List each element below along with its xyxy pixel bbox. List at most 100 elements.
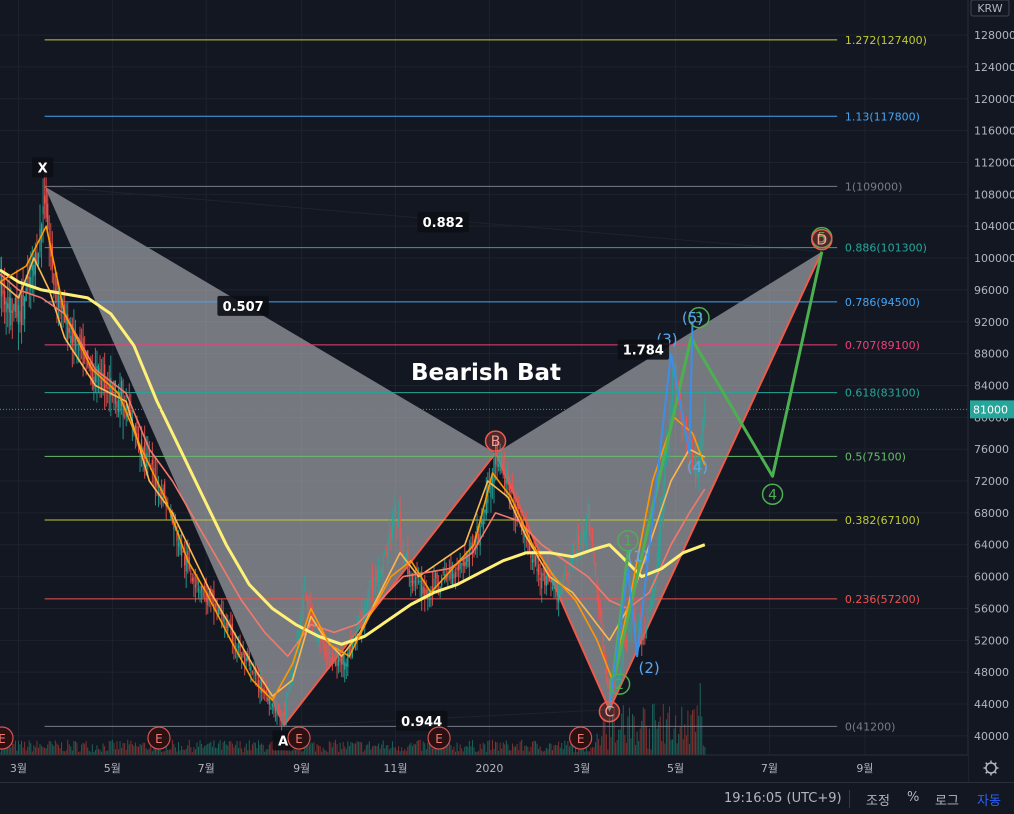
volume-bar: [64, 751, 66, 755]
volume-bar: [655, 720, 657, 755]
volume-bar: [510, 750, 512, 755]
candle-body: [202, 590, 204, 598]
volume-bar: [682, 739, 684, 755]
candle-body: [662, 495, 664, 523]
volume-bar: [402, 751, 404, 755]
price-tick-label: 100000: [974, 252, 1014, 265]
price-tick-label: 124000: [974, 61, 1014, 74]
price-tick-label: 52000: [974, 634, 1009, 647]
candle-body: [53, 273, 55, 285]
volume-bar: [247, 750, 249, 755]
candle-body: [536, 568, 538, 572]
volume-bar: [308, 744, 310, 755]
volume-bar: [396, 750, 398, 755]
volume-bar: [650, 749, 652, 755]
candle-body: [31, 265, 33, 271]
candle-body: [177, 542, 180, 547]
candle-body: [267, 697, 269, 701]
volume-bar: [321, 751, 323, 755]
candle-body: [588, 505, 591, 532]
point-b-label: B: [491, 434, 501, 450]
candle-body: [478, 534, 480, 541]
candle-body: [328, 651, 330, 657]
volume-bar: [138, 746, 140, 755]
price-tick-label: 60000: [974, 571, 1009, 584]
volume-bar: [670, 739, 672, 755]
adjust-button[interactable]: 조정: [866, 790, 890, 809]
volume-bar: [84, 743, 86, 755]
candle-body: [642, 633, 644, 640]
log-button[interactable]: 로그: [935, 790, 959, 809]
volume-bar: [530, 746, 532, 755]
volume-bar: [202, 747, 204, 755]
candle-body: [239, 643, 241, 656]
volume-bar: [328, 741, 330, 755]
volume-bar: [99, 749, 101, 755]
volume-bar: [422, 741, 424, 755]
volume-bar: [171, 739, 173, 755]
candle-body: [245, 657, 247, 661]
candle-body: [601, 623, 603, 625]
volume-bar: [113, 742, 115, 755]
candle-body: [2, 290, 4, 294]
volume-bar: [342, 742, 344, 755]
clock-display: 19:16:05 (UTC+9): [724, 791, 842, 806]
volume-bar: [410, 742, 412, 755]
volume-bar: [147, 749, 149, 755]
auto-button[interactable]: 자동: [977, 790, 1001, 809]
volume-bar: [482, 742, 484, 755]
volume-bar: [378, 743, 380, 755]
candle-body: [434, 573, 437, 579]
volume-bar: [464, 746, 466, 755]
volume-bar: [376, 746, 378, 755]
percent-button[interactable]: %: [907, 790, 919, 805]
volume-bar: [607, 749, 609, 755]
candle-body: [134, 425, 137, 430]
volume-bar: [258, 740, 260, 755]
volume-bar: [495, 741, 497, 755]
candle-body: [68, 327, 70, 333]
volume-bar: [82, 742, 84, 755]
volume-bar: [550, 743, 552, 755]
volume-bar: [564, 740, 566, 755]
volume-bar: [228, 741, 230, 755]
time-tick-label: 5월: [667, 762, 684, 775]
volume-bar: [496, 742, 498, 755]
price-tick-label: 92000: [974, 316, 1009, 329]
fib-label: 0.618(83100): [845, 387, 920, 400]
candle-body: [70, 336, 72, 343]
candle-body: [410, 580, 412, 583]
candle-body: [464, 561, 466, 567]
candle-body: [284, 712, 286, 715]
candle-body: [479, 526, 481, 546]
price-tick-label: 56000: [974, 602, 1009, 615]
volume-bar: [250, 750, 252, 755]
volume-bar: [216, 747, 218, 755]
candle-body: [190, 572, 192, 575]
volume-bar: [361, 742, 363, 755]
candle-body: [330, 657, 332, 659]
volume-bar: [344, 746, 346, 755]
price-chart[interactable]: 1.272(127400) 1.13(117800) 1(109000) 0.886(…: [0, 0, 1014, 813]
volume-bar: [502, 742, 504, 755]
volume-bar: [696, 705, 698, 755]
candle-body: [20, 295, 23, 326]
fib-label: 0.886(101300): [845, 242, 927, 255]
volume-bar: [13, 743, 15, 755]
candle-body: [408, 569, 410, 575]
volume-bar: [588, 751, 590, 755]
volume-bar: [635, 744, 637, 755]
volume-bar: [290, 751, 292, 755]
volume-bar: [399, 751, 401, 755]
volume-bar: [244, 747, 246, 755]
volume-bar: [622, 705, 624, 755]
volume-bar: [536, 743, 538, 755]
volume-bar: [94, 749, 96, 755]
volume-bar: [211, 746, 213, 755]
volume-bar: [364, 749, 366, 755]
volume-bar: [47, 744, 49, 755]
candle-body: [413, 580, 415, 584]
ratio-label: 0.507: [223, 300, 264, 315]
volume-bar: [57, 744, 59, 755]
volume-bar: [298, 750, 300, 755]
